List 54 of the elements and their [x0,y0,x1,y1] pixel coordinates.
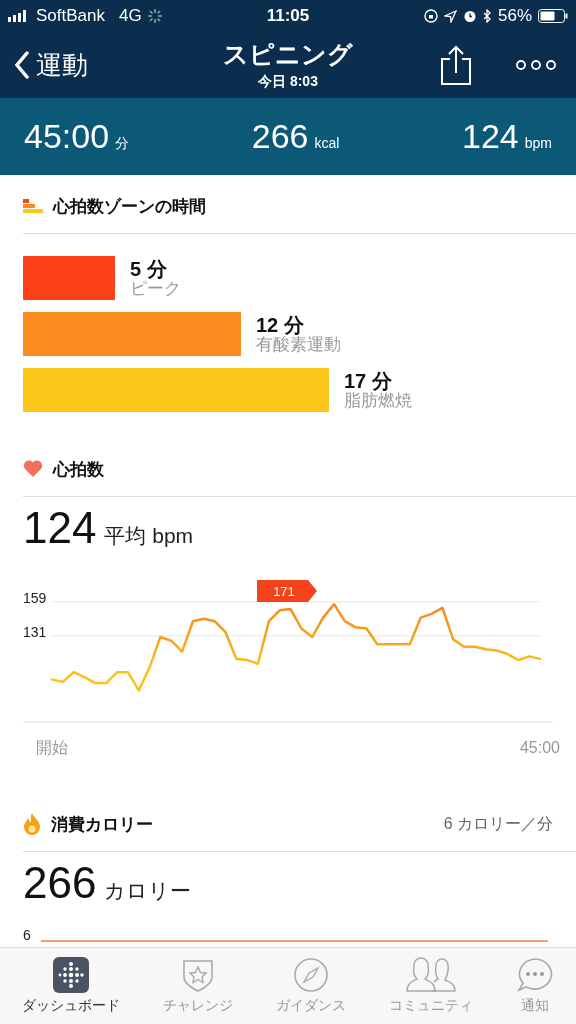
share-icon[interactable] [440,45,472,85]
network-type: 4G [119,6,142,26]
summary-unit: 分 [115,135,130,153]
battery-icon [538,9,568,23]
clock-time: 11:05 [266,6,310,26]
zone-name: 有酸素運動 [256,335,341,355]
calories-burned: 266 [23,858,97,908]
more-icon[interactable] [516,59,556,71]
zone-minutes: 12 分 [256,313,304,336]
calorie-unit: カロリー [104,878,192,904]
y-axis-label: 6 [23,928,31,942]
section-title: 心拍数 [53,458,104,481]
battery-percent: 56% [497,6,532,26]
zone-name: ピーク [130,279,181,299]
rotation-lock-icon [423,9,438,23]
section-title: 消費カロリー [51,813,153,836]
calorie-rate: 6 カロリー／分 [443,813,553,834]
average-heart-rate: 124 [23,503,97,553]
zone-bars-icon [23,199,43,213]
heart-rate-unit: 平均 bpm [104,523,194,549]
screen-subtitle: 今日 8:03 [258,73,318,91]
bluetooth-icon [482,9,492,23]
peak-marker: 171 [257,580,317,602]
summary-value: 266 [251,117,309,156]
dots-logo-icon [52,957,89,993]
x-axis-label: 開始 [36,739,68,756]
flame-icon [23,812,41,836]
summary-value: 45:00 [24,117,110,156]
screen-title: スピニング [223,39,353,70]
tab-item[interactable]: コミュニティ [387,948,476,1024]
zone-minutes: 5 分 [130,257,168,280]
heart-icon [23,460,43,478]
chat-bubble-icon [516,957,555,993]
tab-item[interactable]: 通知 [514,948,557,1024]
carrier-name: SoftBank [36,6,105,26]
compass-icon [292,957,329,993]
location-icon [443,9,457,23]
chevron-left-icon [14,51,30,79]
summary-value: 124 [462,117,519,156]
x-axis-label: 45:00 [520,739,560,756]
people-icon [404,957,459,993]
back-button[interactable]: 運動 [14,47,88,83]
tab-item[interactable]: ガイダンス [273,948,348,1024]
summary-unit: kcal [314,135,340,151]
spinner-icon [147,9,162,23]
tab-item[interactable]: ダッシュボード [19,948,122,1024]
summary-unit: bpm [524,135,552,151]
zone-name: 脂肪燃焼 [344,391,412,411]
alarm-icon [462,9,477,23]
y-axis-label: 159 [23,589,47,606]
y-axis-label: 131 [23,623,47,640]
section-title: 心拍数ゾーンの時間 [53,195,206,218]
tab-item[interactable]: チャレンジ [160,948,235,1024]
zone-minutes: 17 分 [344,369,392,392]
